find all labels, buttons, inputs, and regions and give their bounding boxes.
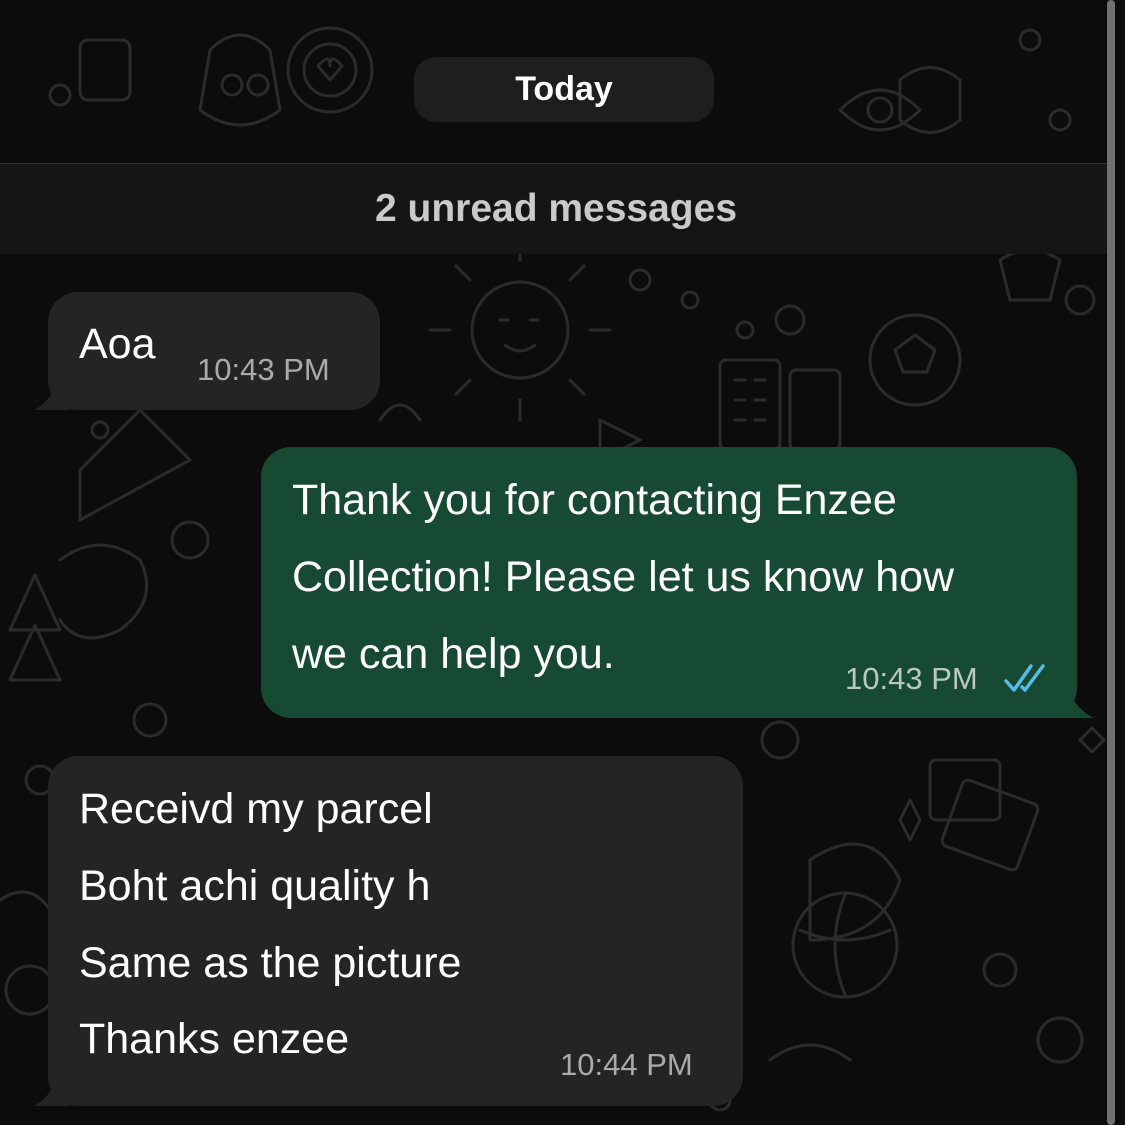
message-line: we can help you. xyxy=(292,630,615,678)
message-bubble-incoming[interactable]: Aoa 10:43 PM xyxy=(48,292,380,410)
message-timestamp: 10:43 PM xyxy=(845,661,978,696)
message-line: Receivd my parcel xyxy=(79,785,433,833)
double-check-read-icon xyxy=(1004,664,1045,692)
message-line: Thank you for contacting Enzee xyxy=(292,476,897,524)
message-line: Boht achi quality h xyxy=(79,862,431,910)
message-bubble-outgoing[interactable]: Thank you for contacting Enzee Collectio… xyxy=(261,447,1077,718)
date-separator: Today xyxy=(414,57,714,122)
message-timestamp: 10:44 PM xyxy=(560,1047,693,1082)
message-text: Aoa xyxy=(79,320,156,368)
unread-messages-label: 2 unread messages xyxy=(374,187,738,230)
message-line: Collection! Please let us know how xyxy=(292,553,955,601)
scrollbar[interactable] xyxy=(1107,0,1115,1125)
message-line: Thanks enzee xyxy=(79,1015,350,1063)
message-line: Same as the picture xyxy=(79,939,462,987)
message-bubble-incoming[interactable]: Receivd my parcel Boht achi quality h Sa… xyxy=(48,756,743,1106)
unread-messages-banner: 2 unread messages xyxy=(0,163,1112,254)
chat-conversation-view[interactable]: Today 2 unread messages Aoa 10:43 PM Tha… xyxy=(0,0,1125,1125)
message-timestamp: 10:43 PM xyxy=(197,352,330,387)
